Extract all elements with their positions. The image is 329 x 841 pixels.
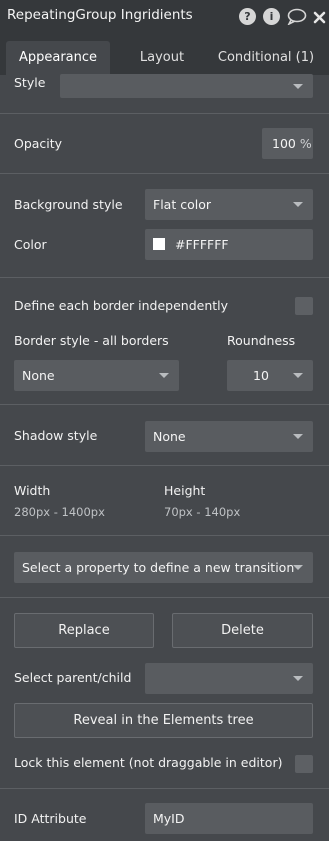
background-style-value: Flat color bbox=[153, 197, 211, 212]
chevron-down-icon bbox=[293, 676, 303, 681]
color-label: Color bbox=[14, 237, 47, 252]
tab-conditional[interactable]: Conditional (1) bbox=[214, 41, 318, 75]
shadow-style-label: Shadow style bbox=[14, 428, 98, 443]
height-label: Height bbox=[164, 483, 206, 498]
transition-placeholder: Select a property to define a new transi… bbox=[22, 560, 295, 575]
divider bbox=[0, 404, 329, 405]
roundness-dropdown[interactable]: 10 bbox=[227, 360, 313, 391]
divider bbox=[0, 535, 329, 536]
panel-title: RepeatingGroup Ingridients bbox=[7, 7, 193, 23]
background-style-dropdown[interactable]: Flat color bbox=[145, 189, 313, 220]
id-attribute-value: MyID bbox=[153, 811, 185, 826]
divider bbox=[0, 173, 329, 174]
chevron-down-icon bbox=[293, 434, 303, 439]
delete-button[interactable]: Delete bbox=[172, 613, 313, 648]
roundness-value: 10 bbox=[253, 368, 269, 383]
info-icon[interactable]: i bbox=[263, 8, 280, 25]
color-swatch[interactable] bbox=[153, 238, 165, 250]
lock-element-checkbox[interactable] bbox=[295, 755, 313, 773]
roundness-label: Roundness bbox=[227, 333, 296, 348]
id-attribute-input[interactable]: MyID bbox=[145, 803, 313, 834]
chevron-down-icon bbox=[293, 84, 303, 89]
shadow-style-value: None bbox=[153, 429, 186, 444]
border-style-label: Border style - all borders bbox=[14, 333, 169, 348]
chevron-down-icon bbox=[293, 202, 303, 207]
width-label: Width bbox=[14, 483, 51, 498]
define-borders-checkbox[interactable] bbox=[295, 297, 313, 315]
close-icon[interactable] bbox=[313, 9, 326, 28]
comment-icon[interactable] bbox=[287, 8, 307, 29]
help-icon[interactable]: ? bbox=[239, 8, 256, 25]
reveal-in-elements-tree-button[interactable]: Reveal in the Elements tree bbox=[14, 703, 313, 738]
divider bbox=[0, 788, 329, 789]
opacity-input[interactable]: 100 % bbox=[262, 128, 313, 159]
chevron-down-icon bbox=[293, 373, 303, 378]
define-borders-label: Define each border independently bbox=[14, 298, 229, 313]
color-value: #FFFFFF bbox=[175, 237, 229, 252]
style-dropdown[interactable] bbox=[60, 74, 313, 98]
select-parent-dropdown[interactable] bbox=[145, 663, 313, 694]
id-attribute-label: ID Attribute bbox=[14, 811, 87, 826]
width-value: 280px - 1400px bbox=[14, 505, 105, 519]
border-style-dropdown[interactable]: None bbox=[14, 360, 179, 391]
height-value: 70px - 140px bbox=[164, 505, 241, 519]
opacity-unit: % bbox=[299, 136, 312, 151]
divider bbox=[0, 597, 329, 598]
background-style-label: Background style bbox=[14, 197, 123, 212]
chevron-down-icon bbox=[159, 373, 169, 378]
divider bbox=[0, 277, 329, 278]
divider bbox=[0, 465, 329, 466]
color-picker[interactable]: #FFFFFF bbox=[145, 229, 313, 260]
lock-element-label: Lock this element (not draggable in edit… bbox=[14, 755, 283, 770]
replace-button[interactable]: Replace bbox=[14, 613, 154, 648]
transition-dropdown[interactable]: Select a property to define a new transi… bbox=[14, 552, 313, 583]
style-label: Style bbox=[14, 75, 46, 90]
border-style-value: None bbox=[22, 368, 55, 383]
opacity-label: Opacity bbox=[14, 136, 63, 151]
select-parent-label: Select parent/child bbox=[14, 670, 132, 685]
divider bbox=[0, 113, 329, 114]
tab-layout[interactable]: Layout bbox=[120, 41, 204, 75]
opacity-value: 100 bbox=[272, 136, 296, 151]
tab-appearance[interactable]: Appearance bbox=[6, 41, 110, 75]
chevron-down-icon bbox=[293, 565, 303, 570]
shadow-style-dropdown[interactable]: None bbox=[145, 421, 313, 452]
